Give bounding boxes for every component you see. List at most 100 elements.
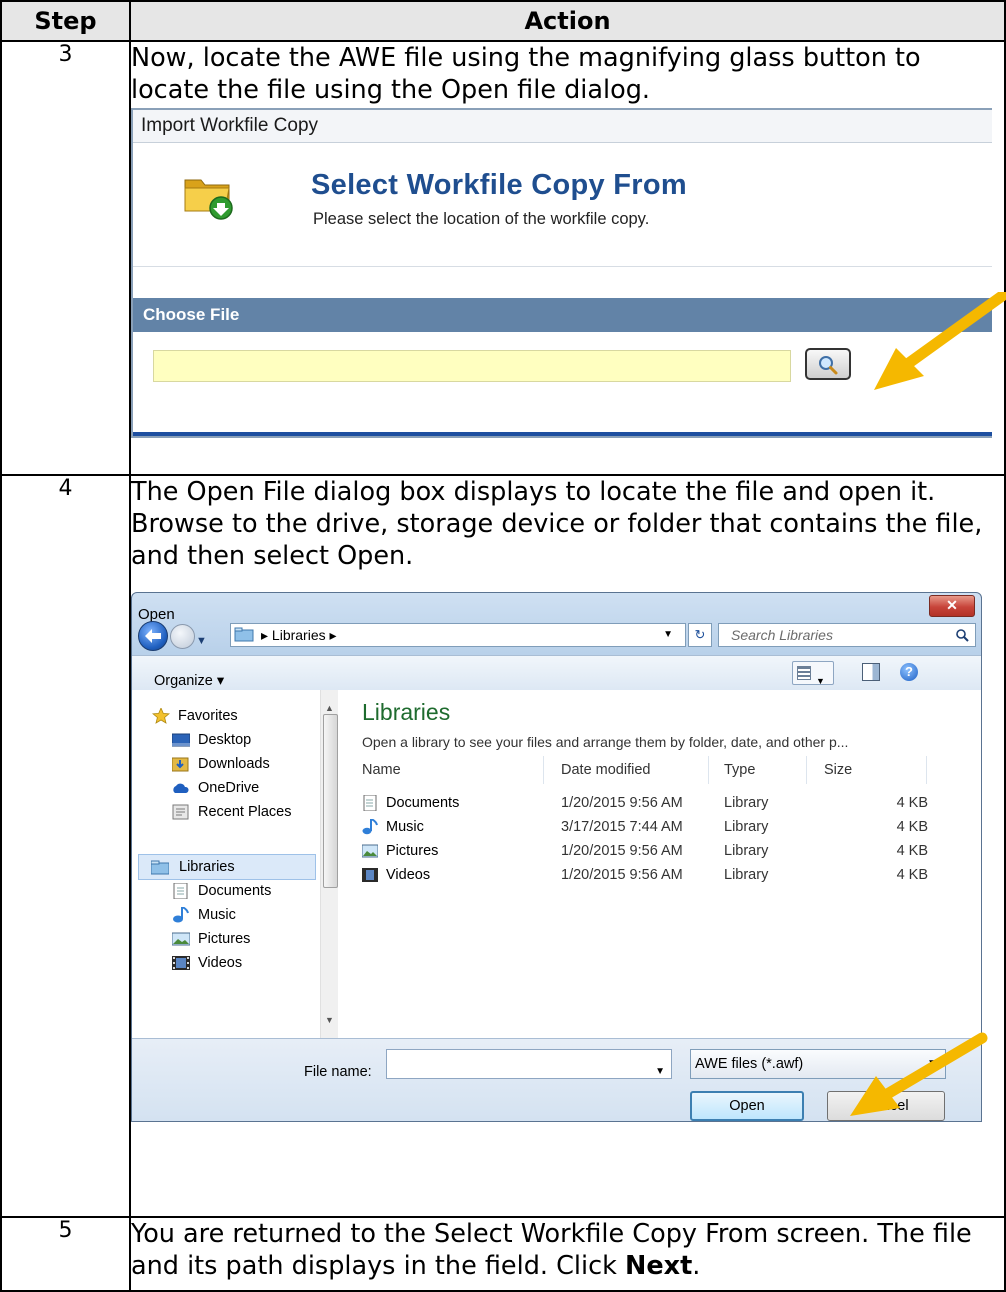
cloud-icon xyxy=(173,783,189,793)
film-icon xyxy=(172,956,190,970)
panel-bottom-border xyxy=(133,432,992,436)
view-grid-icon xyxy=(797,666,811,680)
forward-button[interactable] xyxy=(170,624,195,649)
action-cell: Now, locate the AWE file using the magni… xyxy=(129,40,1006,476)
column-separator xyxy=(806,756,807,784)
page-subtitle: Please select the location of the workfi… xyxy=(313,210,650,228)
nav-libraries[interactable]: Libraries xyxy=(138,854,316,880)
file-size: 4 KB xyxy=(896,819,928,835)
libraries-icon xyxy=(234,627,254,642)
file-row-documents[interactable]: Documents 1/20/2015 9:56 AM Library 4 KB xyxy=(362,791,962,815)
file-type-filter-select[interactable]: AWE files (*.awf) ▼ xyxy=(690,1049,946,1079)
file-date: 1/20/2015 9:56 AM xyxy=(561,795,683,811)
folder-download-icon xyxy=(181,166,237,222)
file-type: Library xyxy=(724,819,769,835)
file-name: Documents xyxy=(386,795,460,811)
column-header-type[interactable]: Type xyxy=(724,756,755,784)
search-placeholder: Search Libraries xyxy=(731,627,833,643)
file-name: Pictures xyxy=(386,843,439,859)
divider xyxy=(133,266,992,267)
file-type: Library xyxy=(724,867,769,883)
nav-pane-scrollbar[interactable]: ▲ ▼ xyxy=(320,690,339,1038)
change-view-button[interactable]: ▼ xyxy=(792,661,834,686)
file-name: Music xyxy=(386,819,424,835)
file-row-music[interactable]: Music 3/17/2015 7:44 AM Library 4 KB xyxy=(362,815,962,839)
action-cell: The Open File dialog box displays to loc… xyxy=(129,474,1006,1218)
desktop-icon xyxy=(172,733,190,747)
command-bar: Organize ▾ ▼ ? xyxy=(132,655,981,691)
content-title: Libraries xyxy=(362,699,451,725)
choose-file-section-header: Choose File xyxy=(133,298,992,332)
column-separator xyxy=(543,756,544,784)
picture-icon xyxy=(172,932,190,946)
column-separator xyxy=(926,756,927,784)
file-path-input[interactable] xyxy=(153,350,791,382)
file-type: Library xyxy=(724,843,769,859)
scrollbar-thumb[interactable] xyxy=(323,714,338,888)
preview-pane-icon[interactable] xyxy=(862,663,880,681)
step-4-instruction: The Open File dialog box displays to loc… xyxy=(131,477,983,571)
table-header-row: Step Action xyxy=(0,0,1006,42)
next-keyword: Next xyxy=(624,1251,693,1281)
film-icon xyxy=(362,868,378,882)
cancel-button[interactable]: Cancel xyxy=(827,1091,945,1121)
table-row: 4 The Open File dialog box displays to l… xyxy=(0,474,1006,1218)
navigation-bar: ▼ ▸ Libraries ▸ ▼ ↻ Search Libraries xyxy=(138,621,976,651)
refresh-icon[interactable]: ↻ xyxy=(688,623,712,647)
step-3-instruction: Now, locate the AWE file using the magni… xyxy=(131,43,921,105)
chevron-down-icon[interactable]: ▼ xyxy=(655,1056,665,1088)
document-icon xyxy=(173,883,188,899)
address-dropdown-arrow[interactable]: ▼ xyxy=(663,624,673,646)
table-row: 3 Now, locate the AWE file using the mag… xyxy=(0,40,1006,476)
recent-locations-dropdown[interactable]: ▼ xyxy=(196,625,207,657)
steps-table: Step Action 3 Now, locate the AWE file u… xyxy=(0,0,1006,1292)
table-row: 5 You are returned to the Select Workfil… xyxy=(0,1216,1006,1292)
music-note-icon xyxy=(173,907,189,923)
file-row-videos[interactable]: Videos 1/20/2015 9:56 AM Library 4 KB xyxy=(362,863,962,887)
music-note-icon xyxy=(362,819,378,835)
panel-title: Import Workfile Copy xyxy=(133,110,992,143)
column-header-date[interactable]: Date modified xyxy=(561,756,650,784)
file-type: Library xyxy=(724,795,769,811)
file-date: 3/17/2015 7:44 AM xyxy=(561,819,683,835)
breadcrumb-libraries[interactable]: Libraries xyxy=(272,627,326,643)
breadcrumb[interactable]: ▸ Libraries ▸ xyxy=(261,624,337,646)
page-heading: Select Workfile Copy From xyxy=(311,169,687,201)
file-type-filter-value: AWE files (*.awf) xyxy=(695,1056,804,1072)
action-column-header: Action xyxy=(129,0,1006,42)
chevron-down-icon: ▼ xyxy=(927,1058,937,1069)
step-number: 3 xyxy=(0,40,131,476)
file-row-pictures[interactable]: Pictures 1/20/2015 9:56 AM Library 4 KB xyxy=(362,839,962,863)
action-cell: You are returned to the Select Workfile … xyxy=(129,1216,1006,1292)
star-icon xyxy=(152,708,170,724)
scroll-down-icon[interactable]: ▼ xyxy=(325,1004,334,1036)
browse-button[interactable] xyxy=(805,348,851,380)
back-arrow-icon xyxy=(145,629,161,643)
open-file-dialog: Open ✕ ▼ ▸ Libraries ▸ ▼ ↻ Search Librar… xyxy=(131,592,982,1122)
file-size: 4 KB xyxy=(896,795,928,811)
file-size: 4 KB xyxy=(896,867,928,883)
address-bar[interactable]: ▸ Libraries ▸ ▼ xyxy=(230,623,686,647)
file-list-pane: Libraries Open a library to see your fil… xyxy=(338,690,981,1038)
file-name-input[interactable]: ▼ xyxy=(386,1049,672,1079)
file-name-label: File name: xyxy=(304,1064,372,1080)
close-button[interactable]: ✕ xyxy=(929,595,975,617)
downloads-folder-icon xyxy=(172,757,189,772)
content-description: Open a library to see your files and arr… xyxy=(362,734,849,750)
column-separator xyxy=(708,756,709,784)
file-date: 1/20/2015 9:56 AM xyxy=(561,843,683,859)
picture-icon xyxy=(362,844,378,858)
search-input[interactable]: Search Libraries xyxy=(718,623,976,647)
open-button[interactable]: Open xyxy=(690,1091,804,1121)
step-5-instruction: You are returned to the Select Workfile … xyxy=(131,1219,972,1281)
column-header-size[interactable]: Size xyxy=(824,756,852,784)
column-header-name[interactable]: Name xyxy=(362,756,401,784)
magnifier-icon xyxy=(819,356,838,375)
back-button[interactable] xyxy=(138,621,168,651)
help-icon[interactable]: ? xyxy=(900,663,918,681)
step-column-header: Step xyxy=(0,0,131,42)
dialog-footer: File name: ▼ AWE files (*.awf) ▼ Open Ca… xyxy=(132,1038,981,1121)
recent-places-icon xyxy=(172,804,189,820)
document-icon xyxy=(363,795,377,811)
file-name: Videos xyxy=(386,867,431,883)
